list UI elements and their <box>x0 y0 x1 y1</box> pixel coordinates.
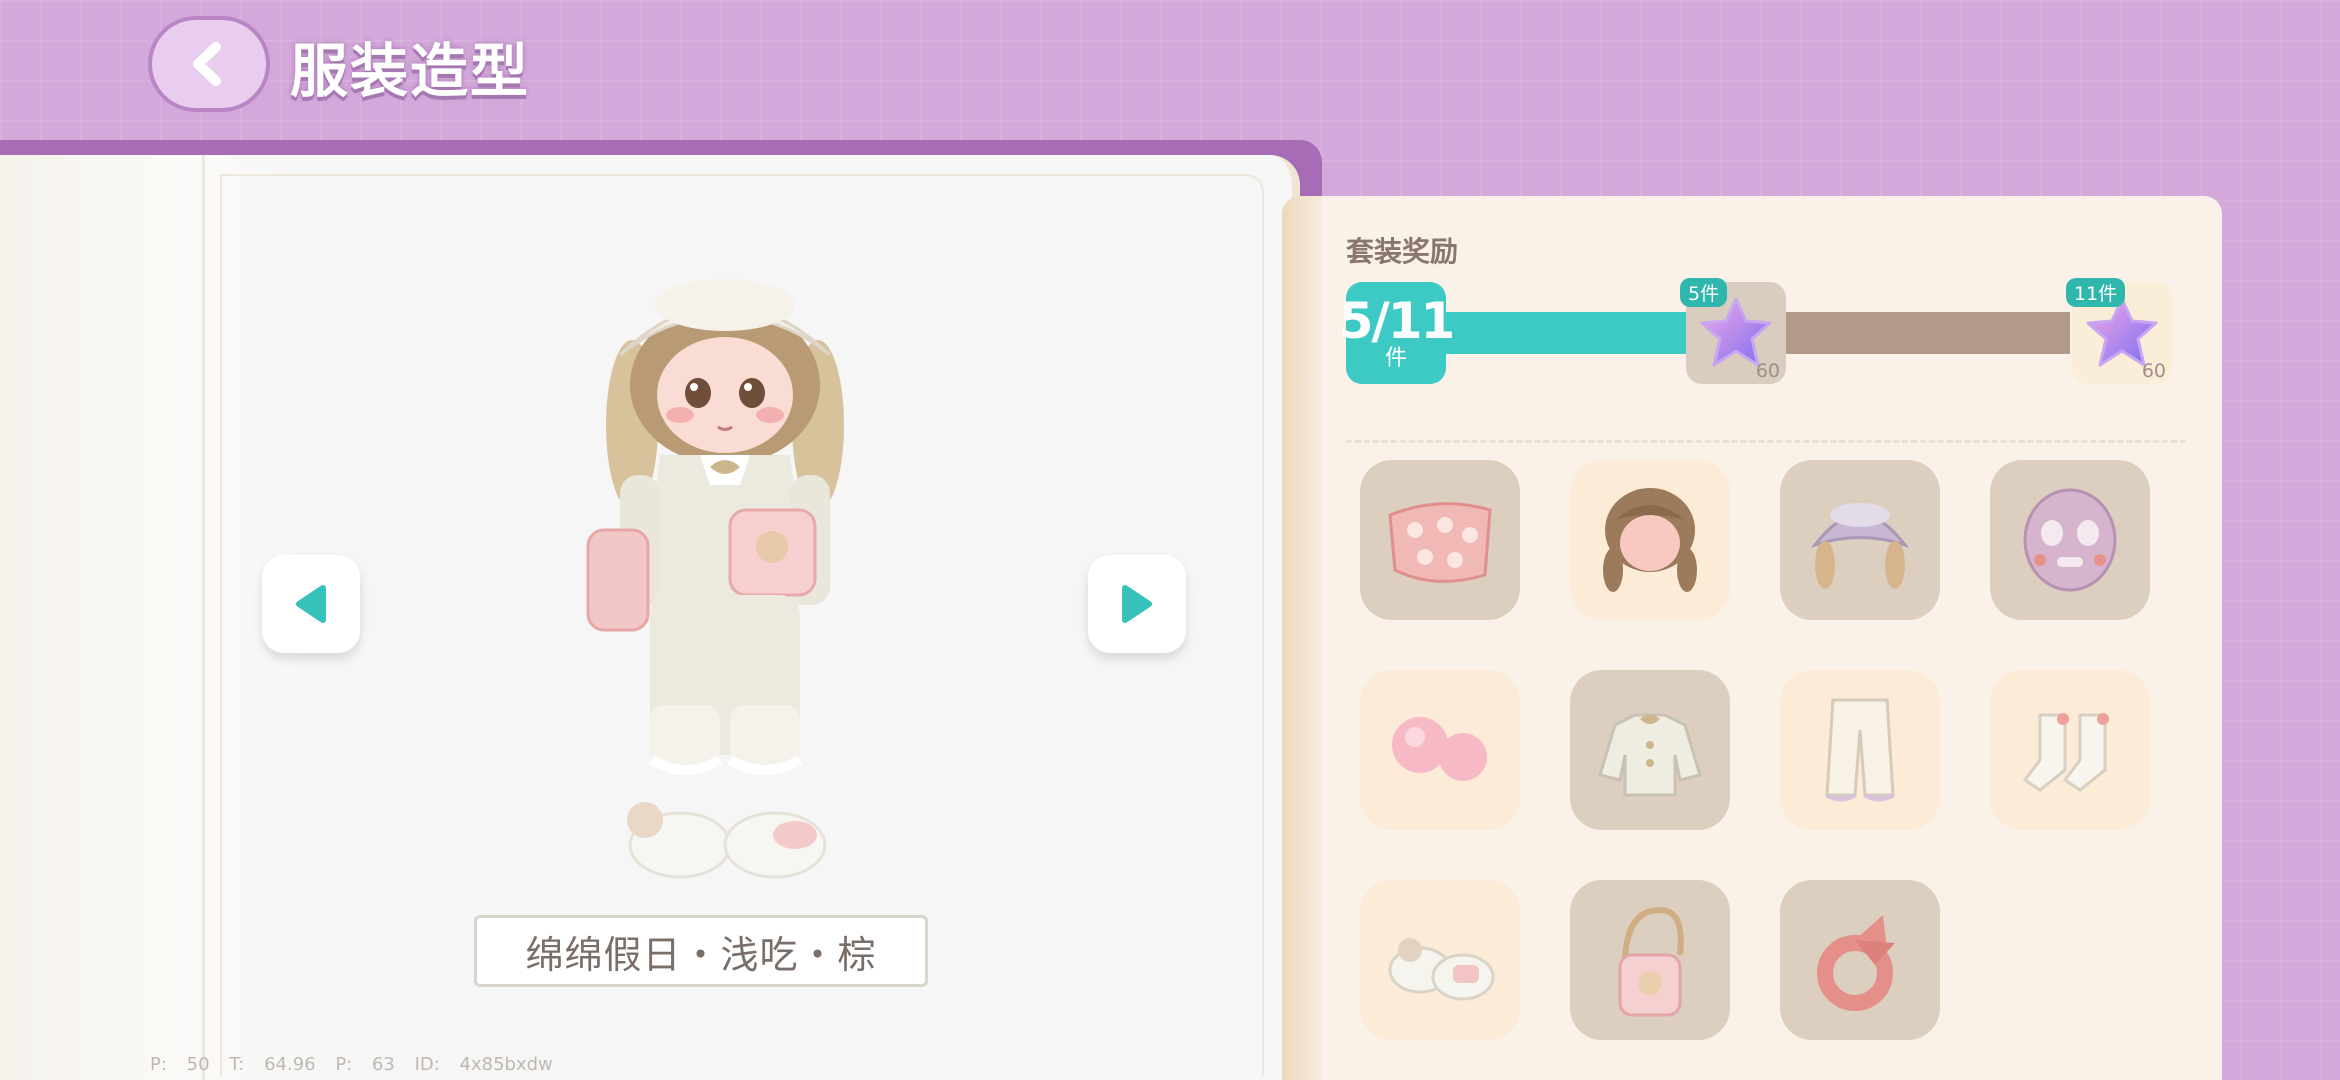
book-spine-line <box>202 155 205 1080</box>
outfit-name-label: 绵绵假日・浅吃・棕 <box>474 915 928 987</box>
bonnet-hat-icon <box>1810 503 1910 589</box>
panel-edge <box>1282 196 1322 1080</box>
bunny-slippers-icon <box>1388 938 1495 1001</box>
item-tile-pompoms[interactable] <box>1360 670 1520 830</box>
character-model <box>586 279 844 879</box>
item-tile-blanket[interactable] <box>1360 460 1520 620</box>
shoulder-bag-icon <box>1618 906 1684 1017</box>
page-title: 服装造型 <box>290 37 531 105</box>
milestone-tag: 5件 <box>1680 278 1728 307</box>
pajama-pants-icon <box>1825 698 1895 802</box>
item-tile-top[interactable] <box>1570 670 1730 830</box>
item-tile-pants[interactable] <box>1780 670 1940 830</box>
dashed-divider <box>1346 440 2186 443</box>
milestone-amount: 60 <box>2141 360 2166 382</box>
progress-count: 5/11 <box>1338 292 1456 350</box>
back-button[interactable] <box>148 16 270 112</box>
bow-scrunchie-icon <box>1817 915 1895 1011</box>
progress-unit: 件 <box>1384 346 1407 371</box>
item-tile-face[interactable] <box>1990 460 2150 620</box>
brown-braided-hair-icon <box>1603 488 1697 592</box>
item-tile-socks[interactable] <box>1990 670 2150 830</box>
previous-outfit-button[interactable] <box>262 555 360 653</box>
triangle-right-icon <box>1122 585 1152 623</box>
progress-badge: 5/11 件 <box>1339 282 1455 384</box>
item-tile-bonnet[interactable] <box>1780 460 1940 620</box>
item-tile-bag[interactable] <box>1570 880 1730 1040</box>
item-tile-slippers[interactable] <box>1360 880 1520 1040</box>
progress-fill <box>1440 312 1690 354</box>
back-arrow-icon <box>193 42 221 86</box>
outfit-items-grid <box>1360 460 2150 1040</box>
face-mask-icon <box>2023 488 2117 592</box>
pink-pompom-icon <box>1392 717 1487 781</box>
item-tile-hair[interactable] <box>1570 460 1730 620</box>
debug-info: P: 50 T: 64.96 P: 63 ID: 4x85bxdw <box>150 1054 553 1075</box>
pink-blanket-icon <box>1388 502 1492 583</box>
milestone-amount: 60 <box>1755 360 1780 382</box>
set-reward-title: 套装奖励 <box>1346 235 1459 268</box>
milestone-reward-11[interactable]: 11件 60 <box>2066 278 2172 384</box>
item-tile-scrunchie[interactable] <box>1780 880 1940 1040</box>
ruffle-socks-icon <box>2022 713 2109 792</box>
milestone-reward-5[interactable]: 5件 60 <box>1680 278 1786 384</box>
triangle-left-icon <box>296 585 326 623</box>
pajama-top-icon <box>1598 713 1702 797</box>
milestone-tag: 11件 <box>2066 278 2126 307</box>
next-outfit-button[interactable] <box>1088 555 1186 653</box>
